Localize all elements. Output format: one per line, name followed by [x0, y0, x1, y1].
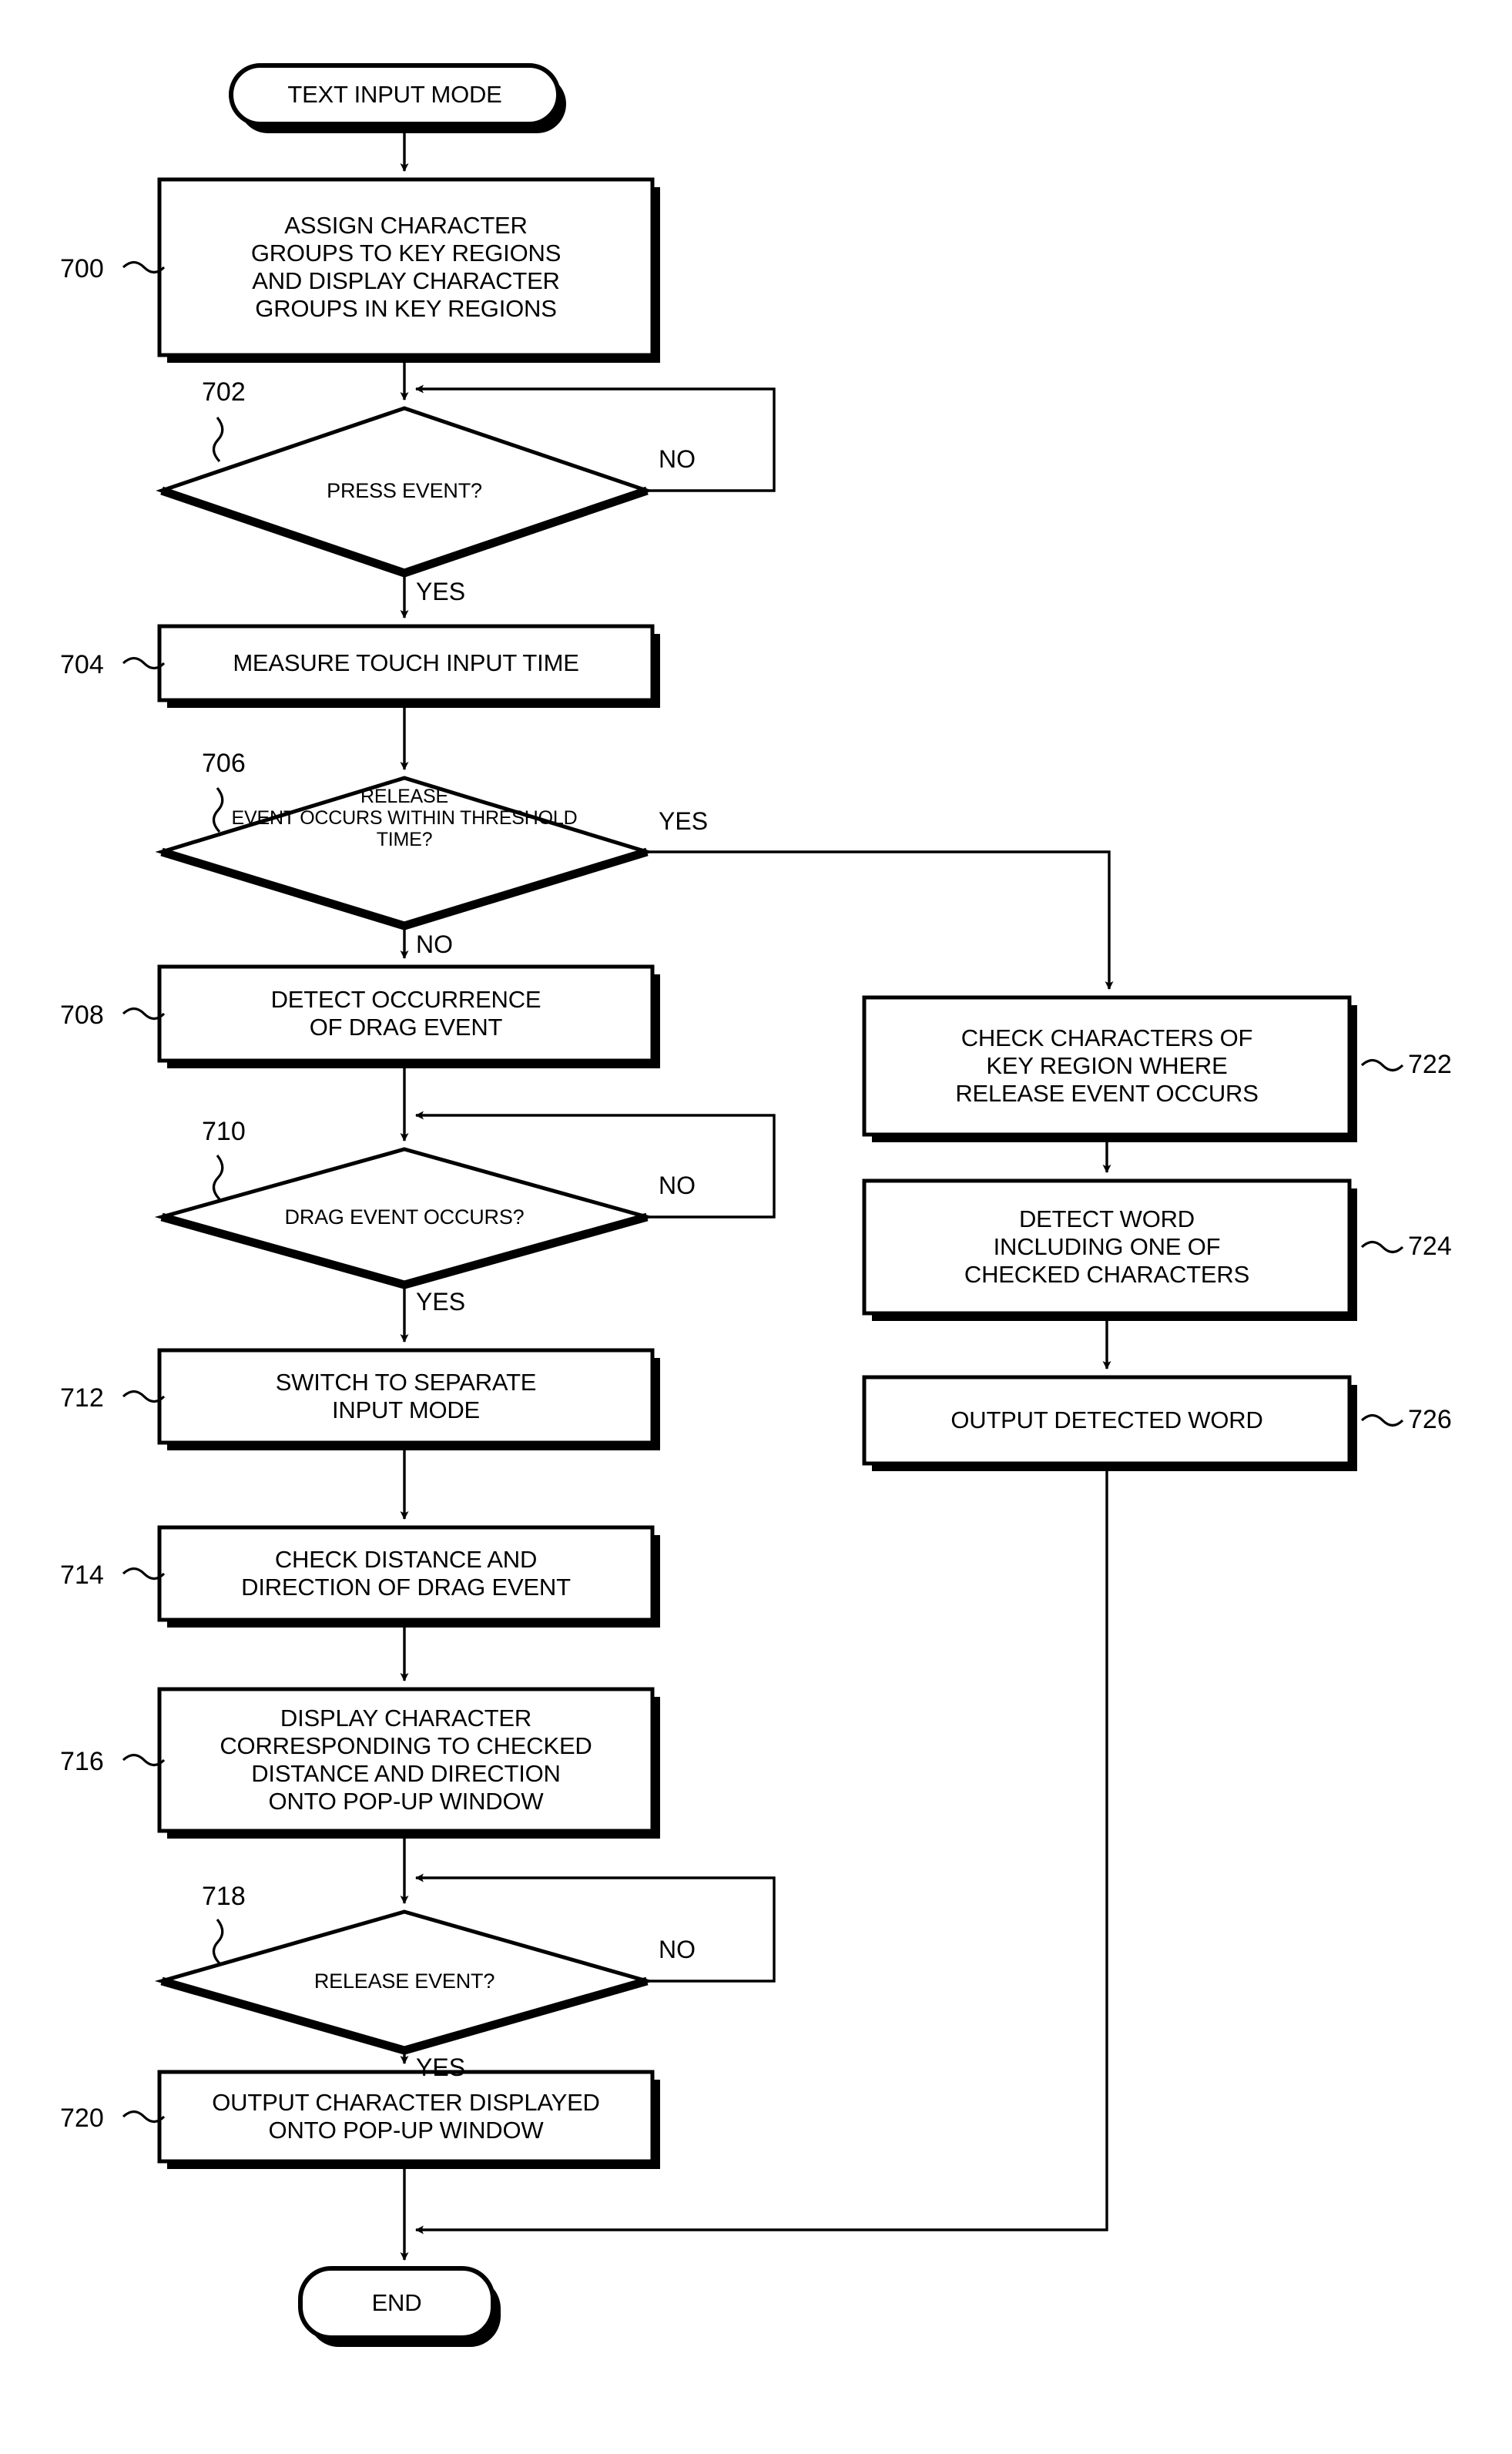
- box-704-shape: [157, 624, 655, 702]
- decision-710-shape: [154, 1147, 655, 1287]
- edge-label-718-yes: YES: [416, 2053, 466, 2081]
- start-terminator-shape: [229, 63, 561, 126]
- decision-702-shape: [156, 406, 653, 575]
- ref-706: 706: [202, 749, 246, 778]
- box-724-shape: [862, 1178, 1352, 1316]
- box-716-shape: [157, 1687, 655, 1833]
- box-712-shape: [157, 1348, 655, 1445]
- edge-706-yes-to-722: [647, 850, 1114, 990]
- ref-704: 704: [60, 650, 104, 679]
- edge-label-710-yes: YES: [416, 1288, 466, 1316]
- box-708-shape: [157, 964, 655, 1063]
- box-700-shape: [157, 177, 655, 357]
- edge-label-702-yes: YES: [416, 578, 466, 605]
- leader-722: [1360, 1058, 1404, 1072]
- flowchart-graphics: [122, 63, 1404, 2347]
- box-726-shape: [862, 1375, 1352, 1466]
- ref-702: 702: [202, 377, 246, 407]
- box-722-shape: [862, 995, 1352, 1137]
- leader-706: [212, 786, 224, 833]
- leader-718: [212, 1918, 224, 1965]
- ref-712: 712: [60, 1383, 104, 1413]
- leader-726: [1360, 1413, 1404, 1427]
- ref-700: 700: [60, 254, 104, 283]
- edge-label-706-yes: YES: [659, 807, 709, 835]
- ref-714: 714: [60, 1561, 104, 1590]
- ref-722: 722: [1408, 1050, 1452, 1079]
- edge-label-718-no: NO: [659, 1936, 696, 1963]
- edge-label-706-no: NO: [416, 930, 453, 958]
- edge-label-710-no: NO: [659, 1172, 696, 1199]
- decision-718-shape: [154, 1909, 655, 2053]
- box-720-shape: [157, 2070, 655, 2164]
- edge-label-702-no: NO: [659, 445, 696, 473]
- leader-710: [212, 1154, 224, 1201]
- ref-726: 726: [1408, 1405, 1452, 1434]
- ref-710: 710: [202, 1117, 246, 1146]
- flowchart-canvas: TEXT INPUT MODE ASSIGN CHARACTER GROUPS …: [0, 0, 1512, 2454]
- leader-724: [1360, 1240, 1404, 1254]
- ref-716: 716: [60, 1747, 104, 1776]
- box-714-shape: [157, 1525, 655, 1622]
- ref-724: 724: [1408, 1232, 1452, 1261]
- ref-720: 720: [60, 2104, 104, 2133]
- end-terminator-shape: [298, 2266, 495, 2340]
- decision-706-shape: [155, 776, 654, 928]
- ref-718: 718: [202, 1882, 246, 1911]
- ref-708: 708: [60, 1001, 104, 1030]
- leader-702: [212, 416, 224, 463]
